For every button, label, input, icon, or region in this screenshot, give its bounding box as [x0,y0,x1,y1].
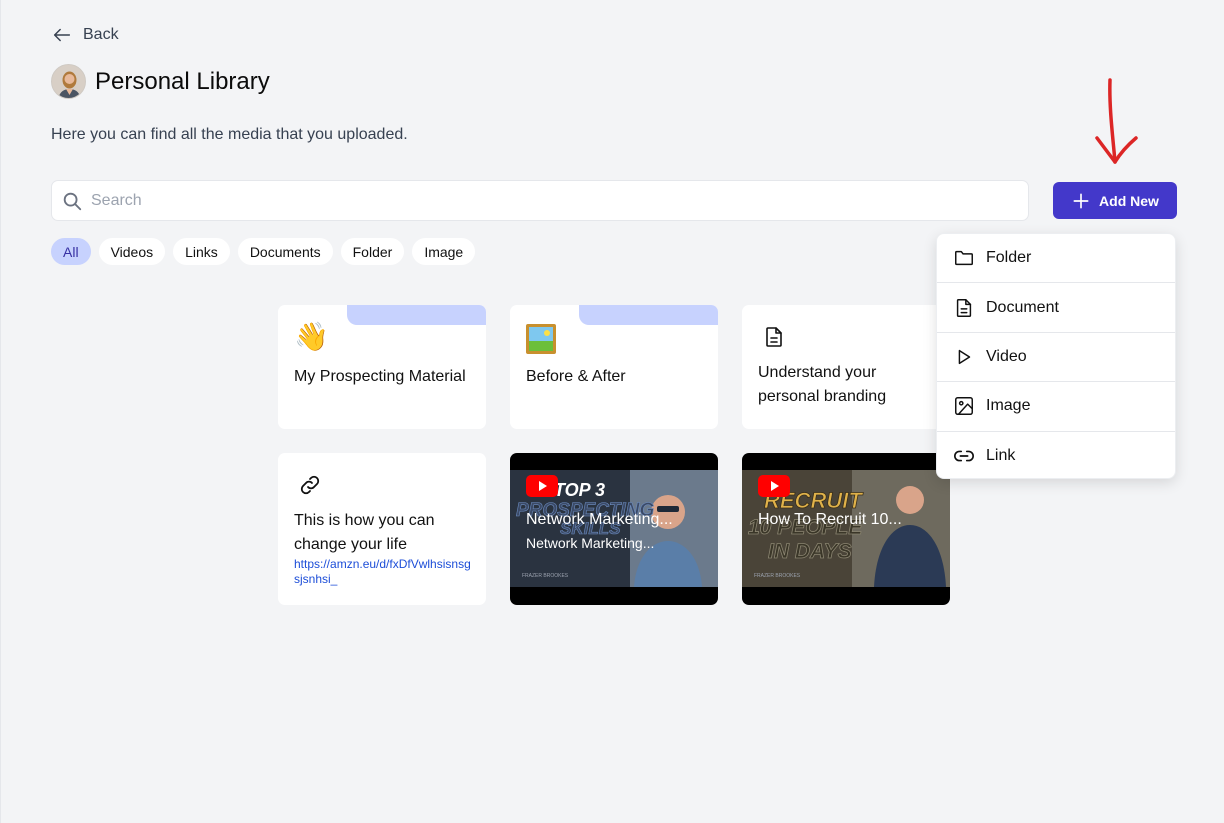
page-title: Personal Library [95,67,270,95]
search-input[interactable] [91,191,991,210]
document-icon [956,298,972,317]
youtube-icon [526,475,558,497]
page-subtitle: Here you can find all the media that you… [51,126,408,143]
menu-item-folder[interactable]: Folder [937,234,1175,284]
folder-card[interactable]: 👋 My Prospecting Material [278,305,486,429]
document-title: Understand your personal branding [758,364,887,405]
link-card[interactable]: This is how you can change your life htt… [278,453,486,605]
image-icon [955,397,973,416]
add-new-menu: Folder Document Video Image Link [936,233,1176,479]
filter-chip-videos[interactable]: Videos [98,238,166,265]
menu-item-document[interactable]: Document [937,283,1175,333]
video-title: How To Recruit 10... [758,511,902,528]
back-button[interactable]: Back [51,24,119,46]
search-icon [63,192,82,210]
folder-card[interactable]: 🖼️ Before & After [510,305,718,429]
filter-chips: All Videos Links Documents Folder Image [51,238,476,265]
link-icon [300,475,320,495]
thumb-channel: FRAZER BROOKES [754,573,801,579]
annotation-arrow-icon [1095,78,1138,164]
link-icon [954,450,974,462]
menu-item-label: Link [986,447,1016,465]
link-title: This is how you can change your life [294,512,435,553]
document-card[interactable]: Understand your personal branding [742,305,950,429]
play-icon [958,349,971,365]
thumb-channel: FRAZER BROOKES [522,573,569,579]
filter-chip-all[interactable]: All [51,238,91,265]
video-card[interactable]: RECRUIT 10 PEOPLE IN DAYS FRAZER BROOKES… [742,453,950,605]
filter-chip-documents[interactable]: Documents [237,238,333,265]
menu-item-label: Document [986,298,1059,316]
avatar [51,64,86,99]
menu-item-label: Image [986,397,1031,415]
filter-chip-links[interactable]: Links [173,238,230,265]
thumb-text-1: TOP 3 [554,480,605,500]
folder-tab [579,305,718,325]
video-title: Network Marketing... [526,511,673,528]
menu-item-image[interactable]: Image [937,382,1175,432]
add-new-button[interactable]: Add New [1053,182,1177,219]
thumb-text-3: IN DAYS [768,540,852,563]
menu-item-link[interactable]: Link [937,432,1175,478]
folder-icon [955,251,973,266]
menu-item-label: Video [986,347,1027,365]
link-url[interactable]: https://amzn.eu/d/fxDfVwlhsisnsgsjsnhsi_ [294,557,472,587]
back-label: Back [83,26,119,43]
waving-hand-icon: 👋 [294,321,329,352]
plus-icon [1073,193,1089,208]
video-subtitle: Network Marketing... [526,535,655,551]
page-header: Personal Library [51,64,270,99]
folder-tab [347,305,486,325]
framed-picture-icon [526,324,556,354]
video-card[interactable]: TOP 3 PROSPECTING SKILLS FRAZER BROOKES … [510,453,718,605]
folder-title: Before & After [526,368,626,385]
document-icon [766,327,782,347]
filter-chip-image[interactable]: Image [412,238,476,265]
search-bar [51,180,1029,221]
filter-chip-folder[interactable]: Folder [340,238,405,265]
menu-item-label: Folder [986,249,1032,267]
menu-item-video[interactable]: Video [937,333,1175,383]
add-new-label: Add New [1099,192,1159,209]
youtube-icon [758,475,790,497]
arrow-left-icon [53,28,71,42]
folder-title: My Prospecting Material [294,368,466,385]
